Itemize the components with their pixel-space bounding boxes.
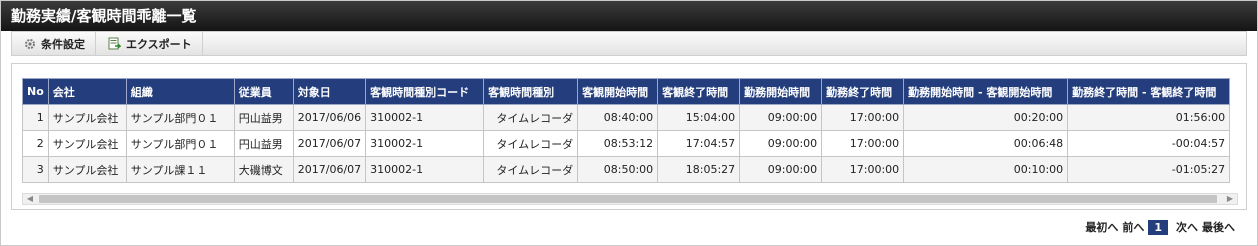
- table-row[interactable]: 3 サンプル会社 サンプル課１１ 大磯博文 2017/06/07 310002-…: [22, 156, 1231, 183]
- page-title: 勤務実績/客観時間乖離一覧: [1, 1, 1257, 31]
- cell-work-end: 17:00:00: [821, 130, 905, 157]
- cell-end-diff: -01:05:27: [1067, 156, 1231, 183]
- cell-organization: サンプル部門０１: [125, 130, 235, 157]
- cell-company: サンプル会社: [47, 130, 127, 157]
- cell-work-start: 09:00:00: [739, 104, 823, 131]
- cell-end-diff: 01:56:00: [1067, 104, 1231, 131]
- cell-start-diff: 00:10:00: [903, 156, 1069, 183]
- cell-no: 1: [22, 104, 49, 131]
- cell-work-start: 09:00:00: [739, 156, 823, 183]
- cell-no: 3: [22, 156, 49, 183]
- export-button[interactable]: エクスポート: [96, 32, 203, 55]
- cell-objective-end: 17:04:57: [657, 130, 741, 157]
- table-row[interactable]: 2 サンプル会社 サンプル部門０１ 円山益男 2017/06/07 310002…: [22, 130, 1231, 157]
- col-header-target-date[interactable]: 対象日: [292, 78, 367, 105]
- col-header-end-diff[interactable]: 勤務終了時間 - 客観終了時間: [1067, 78, 1231, 105]
- col-header-objective-end[interactable]: 客観終了時間: [657, 78, 741, 105]
- results-panel: No 会社 組織 従業員 対象日 客観時間種別コード 客観時間種別 客観開始時間…: [11, 63, 1247, 210]
- pager-last-link[interactable]: 最後へ: [1202, 219, 1235, 235]
- pagination: 最初へ 前へ 1 次へ 最後へ: [1081, 219, 1235, 235]
- col-header-work-end[interactable]: 勤務終了時間: [821, 78, 905, 105]
- cell-objective-type-code: 310002-1: [365, 104, 485, 131]
- cell-employee: 円山益男: [233, 104, 294, 131]
- toolbar: 条件設定 エクスポート: [11, 31, 1247, 56]
- cell-objective-type: タイムレコーダ: [483, 104, 579, 131]
- cell-work-start: 09:00:00: [739, 130, 823, 157]
- cell-work-end: 17:00:00: [821, 104, 905, 131]
- pager-prev-link[interactable]: 前へ: [1122, 219, 1144, 235]
- pager-next-link[interactable]: 次へ: [1176, 219, 1198, 235]
- cell-objective-type: タイムレコーダ: [483, 130, 579, 157]
- cell-employee: 円山益男: [233, 130, 294, 157]
- cell-company: サンプル会社: [47, 156, 127, 183]
- col-header-objective-type[interactable]: 客観時間種別: [483, 78, 579, 105]
- table-header-row: No 会社 組織 従業員 対象日 客観時間種別コード 客観時間種別 客観開始時間…: [22, 78, 1231, 105]
- condition-settings-button[interactable]: 条件設定: [12, 32, 96, 55]
- horizontal-scrollbar[interactable]: ◀ ▶: [22, 193, 1238, 205]
- cell-organization: サンプル部門０１: [125, 104, 235, 131]
- cell-work-end: 17:00:00: [821, 156, 905, 183]
- cell-target-date: 2017/06/06: [292, 104, 367, 131]
- cell-objective-type-code: 310002-1: [365, 130, 485, 157]
- pager-first-link[interactable]: 最初へ: [1085, 219, 1118, 235]
- col-header-work-start[interactable]: 勤務開始時間: [739, 78, 823, 105]
- cell-employee: 大磯博文: [233, 156, 294, 183]
- pager-current-page[interactable]: 1: [1148, 219, 1168, 235]
- cell-target-date: 2017/06/07: [292, 156, 367, 183]
- cell-organization: サンプル課１１: [125, 156, 235, 183]
- col-header-company[interactable]: 会社: [47, 78, 127, 105]
- cell-objective-end: 15:04:00: [657, 104, 741, 131]
- cell-start-diff: 00:06:48: [903, 130, 1069, 157]
- results-table: No 会社 組織 従業員 対象日 客観時間種別コード 客観時間種別 客観開始時間…: [22, 78, 1231, 183]
- condition-settings-label: 条件設定: [41, 37, 85, 51]
- cell-objective-type: タイムレコーダ: [483, 156, 579, 183]
- cell-objective-end: 18:05:27: [657, 156, 741, 183]
- cell-target-date: 2017/06/07: [292, 130, 367, 157]
- cell-no: 2: [22, 130, 49, 157]
- cell-company: サンプル会社: [47, 104, 127, 131]
- col-header-objective-start[interactable]: 客観開始時間: [577, 78, 659, 105]
- scroll-left-icon[interactable]: ◀: [24, 194, 36, 204]
- cell-objective-start: 08:50:00: [577, 156, 659, 183]
- gear-icon: [25, 38, 35, 49]
- cell-end-diff: -00:04:57: [1067, 130, 1231, 157]
- cell-objective-type-code: 310002-1: [365, 156, 485, 183]
- export-label: エクスポート: [126, 37, 192, 51]
- export-icon: [108, 37, 121, 50]
- cell-start-diff: 00:20:00: [903, 104, 1069, 131]
- page-frame: 勤務実績/客観時間乖離一覧 条件設定 エクスポート No 会社 組織 従業員 対…: [0, 0, 1258, 246]
- scroll-right-icon[interactable]: ▶: [1224, 194, 1236, 204]
- scrollbar-thumb[interactable]: [39, 195, 1217, 203]
- col-header-no[interactable]: No: [22, 78, 49, 105]
- col-header-organization[interactable]: 組織: [125, 78, 235, 105]
- cell-objective-start: 08:40:00: [577, 104, 659, 131]
- table-row[interactable]: 1 サンプル会社 サンプル部門０１ 円山益男 2017/06/06 310002…: [22, 104, 1231, 131]
- col-header-employee[interactable]: 従業員: [233, 78, 294, 105]
- cell-objective-start: 08:53:12: [577, 130, 659, 157]
- col-header-objective-type-code[interactable]: 客観時間種別コード: [365, 78, 485, 105]
- col-header-start-diff[interactable]: 勤務開始時間 - 客観開始時間: [903, 78, 1069, 105]
